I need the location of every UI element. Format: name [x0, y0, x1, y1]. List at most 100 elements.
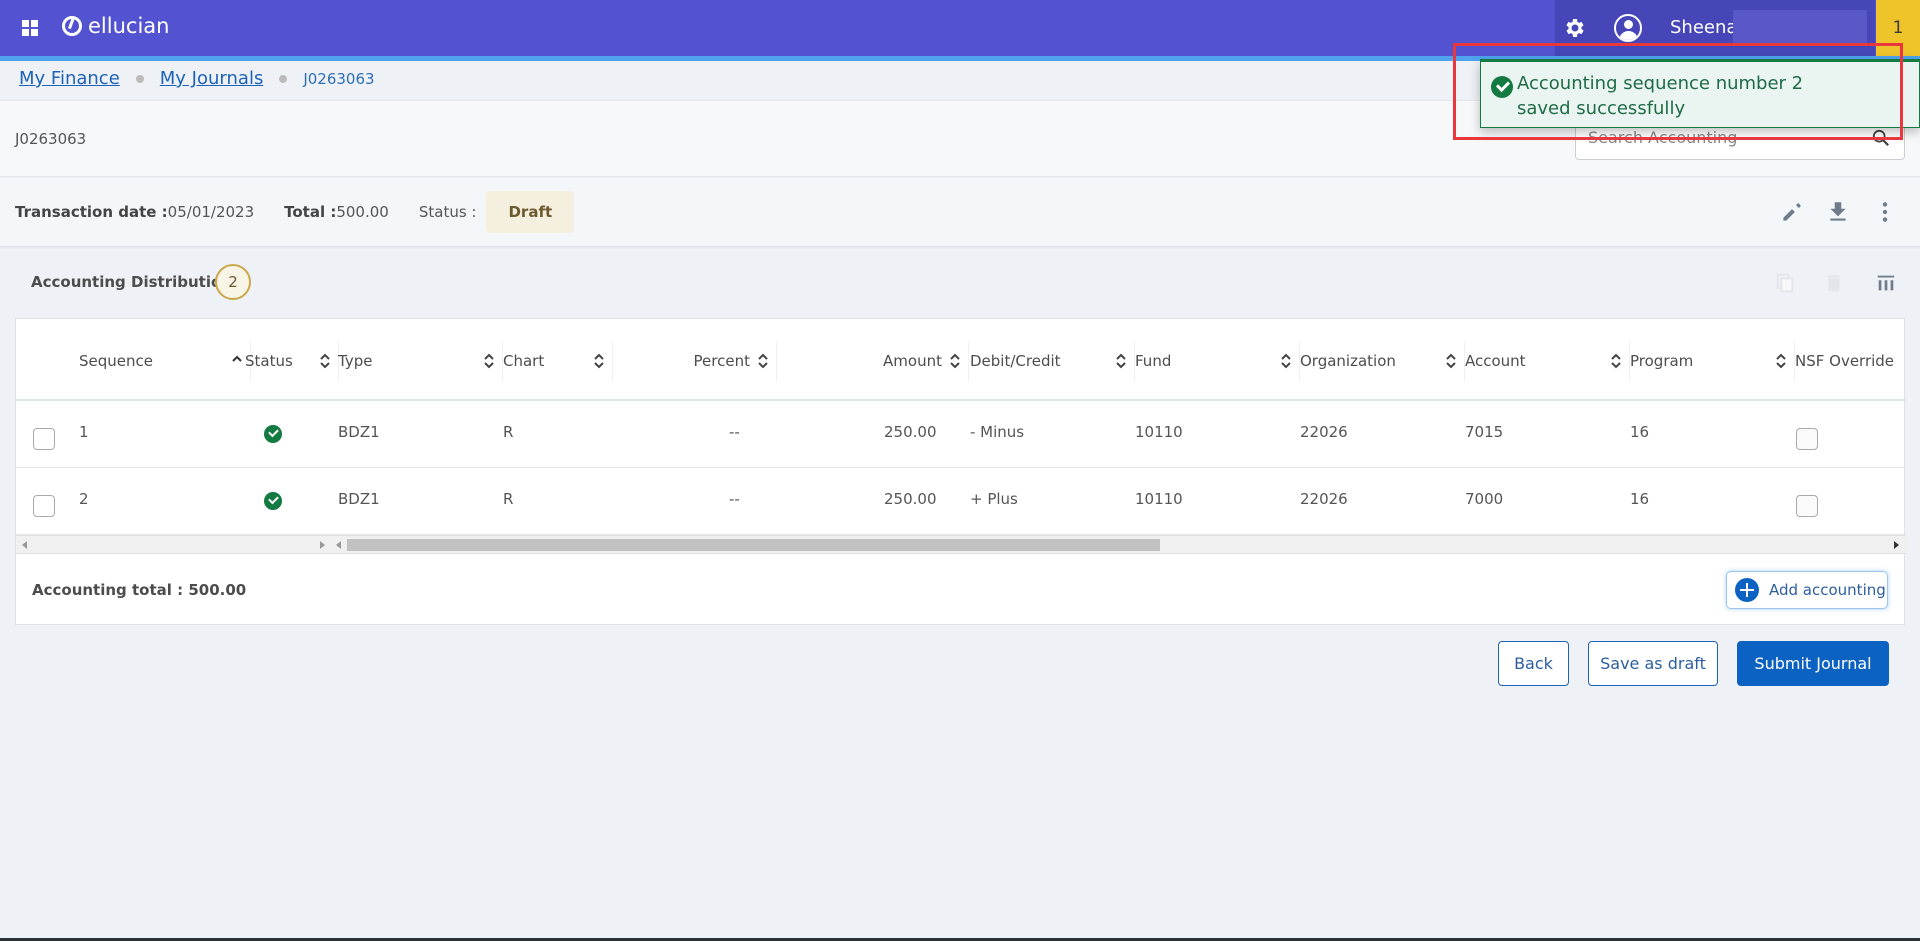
breadcrumb: My Finance My Journals J0263063	[19, 68, 375, 89]
save-as-draft-button[interactable]: Save as draft	[1588, 641, 1718, 686]
horizontal-scrollbar[interactable]	[16, 535, 1906, 554]
journal-info: Transaction date : 05/01/2023 Total : 50…	[15, 190, 575, 234]
cell-chart: R	[503, 490, 514, 508]
back-button[interactable]: Back	[1498, 641, 1569, 686]
copy-icon[interactable]	[1774, 272, 1796, 294]
table-header: Sequence Status Type Chart Percent Amoun…	[16, 319, 1906, 401]
nsf-override-checkbox[interactable]	[1796, 495, 1818, 517]
ellucian-logo[interactable]: ellucian	[62, 14, 169, 38]
breadcrumb-my-finance[interactable]: My Finance	[19, 68, 120, 89]
accounting-distribution-table: Sequence Status Type Chart Percent Amoun…	[15, 318, 1906, 625]
status-ok-icon	[264, 425, 282, 443]
scroll-left-icon[interactable]	[336, 541, 341, 549]
sort-icon[interactable]	[320, 353, 330, 369]
transaction-date-value: 05/01/2023	[167, 203, 255, 221]
column-header-type[interactable]: Type	[338, 341, 503, 381]
distribution-count-badge: 2	[215, 264, 251, 300]
user-name[interactable]: Sheena	[1670, 17, 1737, 38]
sort-ascending-icon[interactable]	[232, 353, 242, 369]
column-header-organization[interactable]: Organization	[1300, 341, 1465, 381]
table-row: 1 BDZ1 R -- 250.00 - Minus 10110 22026 7…	[16, 401, 1906, 468]
cell-program: 16	[1630, 490, 1650, 508]
app-name: ellucian	[88, 14, 170, 38]
cell-fund: 10110	[1135, 423, 1183, 441]
cell-fund: 10110	[1135, 490, 1183, 508]
cell-program: 16	[1630, 423, 1650, 441]
table-row: 2 BDZ1 R -- 250.00 + Plus 10110 22026 70…	[16, 468, 1906, 535]
cell-account: 7015	[1465, 423, 1504, 441]
gear-icon[interactable]	[1562, 16, 1586, 40]
cell-debit-credit: + Plus	[970, 490, 1018, 508]
sort-icon[interactable]	[484, 353, 494, 369]
search-input[interactable]	[1588, 128, 1858, 147]
status-badge: Draft	[486, 191, 575, 233]
sort-icon[interactable]	[1776, 353, 1786, 369]
column-header-status[interactable]: Status	[245, 341, 339, 381]
add-accounting-button[interactable]: Add accounting	[1726, 571, 1888, 609]
success-toast: Accounting sequence number 2 saved succe…	[1480, 59, 1920, 128]
cell-amount: 250.00	[884, 423, 937, 441]
cell-organization: 22026	[1300, 423, 1348, 441]
download-icon[interactable]	[1825, 199, 1851, 225]
sort-icon[interactable]	[1281, 353, 1291, 369]
cell-debit-credit: - Minus	[970, 423, 1025, 441]
plus-circle-icon	[1735, 578, 1759, 602]
total-label: Total :	[284, 203, 337, 221]
success-check-icon	[1491, 76, 1513, 98]
transaction-date-label: Transaction date :	[15, 203, 168, 221]
submit-journal-button[interactable]: Submit Journal	[1737, 641, 1889, 686]
column-header-percent[interactable]: Percent	[613, 341, 777, 381]
scroll-left-icon[interactable]	[22, 541, 27, 549]
column-header-account[interactable]: Account	[1465, 341, 1630, 381]
sort-icon[interactable]	[758, 353, 768, 369]
notification-badge[interactable]: 1	[1876, 0, 1920, 56]
cell-type: BDZ1	[338, 490, 380, 508]
user-avatar-icon[interactable]	[1614, 14, 1642, 42]
nsf-override-checkbox[interactable]	[1796, 428, 1818, 450]
delete-icon[interactable]	[1823, 272, 1845, 294]
column-header-sequence[interactable]: Sequence	[79, 341, 251, 381]
edit-icon[interactable]	[1779, 199, 1805, 225]
column-header-chart[interactable]: Chart	[503, 341, 613, 381]
columns-icon[interactable]	[1875, 272, 1897, 294]
cell-sequence: 1	[79, 423, 89, 441]
cell-percent: --	[729, 423, 740, 441]
more-vert-icon[interactable]	[1872, 199, 1898, 225]
total-value: 500.00	[336, 203, 389, 221]
add-accounting-label: Add accounting	[1769, 581, 1886, 599]
row-select-checkbox[interactable]	[33, 428, 55, 450]
page-title: J0263063	[15, 130, 87, 148]
row-select-checkbox[interactable]	[33, 495, 55, 517]
sort-icon[interactable]	[1611, 353, 1621, 369]
scroll-right-icon[interactable]	[320, 541, 325, 549]
column-header-program[interactable]: Program	[1630, 341, 1795, 381]
status-ok-icon	[264, 492, 282, 510]
search-icon[interactable]	[1872, 129, 1890, 147]
toast-message: Accounting sequence number 2 saved succe…	[1517, 73, 1804, 119]
column-header-nsf-override[interactable]: NSF Override	[1795, 341, 1906, 381]
user-name-redacted	[1733, 10, 1867, 46]
cell-organization: 22026	[1300, 490, 1348, 508]
column-header-debit-credit[interactable]: Debit/Credit	[970, 341, 1135, 381]
status-label: Status :	[418, 203, 477, 221]
breadcrumb-separator	[279, 74, 288, 83]
sort-icon[interactable]	[594, 353, 604, 369]
cell-chart: R	[503, 423, 514, 441]
scroll-right-icon[interactable]	[1894, 541, 1899, 549]
accounting-total: Accounting total : 500.00	[32, 581, 247, 599]
sort-icon[interactable]	[1446, 353, 1456, 369]
cell-type: BDZ1	[338, 423, 380, 441]
cell-amount: 250.00	[884, 490, 937, 508]
breadcrumb-separator	[135, 74, 144, 83]
accounting-distribution-title: Accounting Distribution	[31, 273, 232, 291]
cell-sequence: 2	[79, 490, 89, 508]
ellucian-logo-icon	[62, 16, 82, 36]
sort-icon[interactable]	[950, 353, 960, 369]
sort-icon[interactable]	[1116, 353, 1126, 369]
column-header-fund[interactable]: Fund	[1135, 341, 1300, 381]
breadcrumb-my-journals[interactable]: My Journals	[160, 68, 264, 89]
cell-account: 7000	[1465, 490, 1504, 508]
scrollbar-thumb[interactable]	[347, 539, 1160, 551]
column-header-amount[interactable]: Amount	[777, 341, 969, 381]
apps-grid-icon[interactable]	[22, 20, 38, 36]
